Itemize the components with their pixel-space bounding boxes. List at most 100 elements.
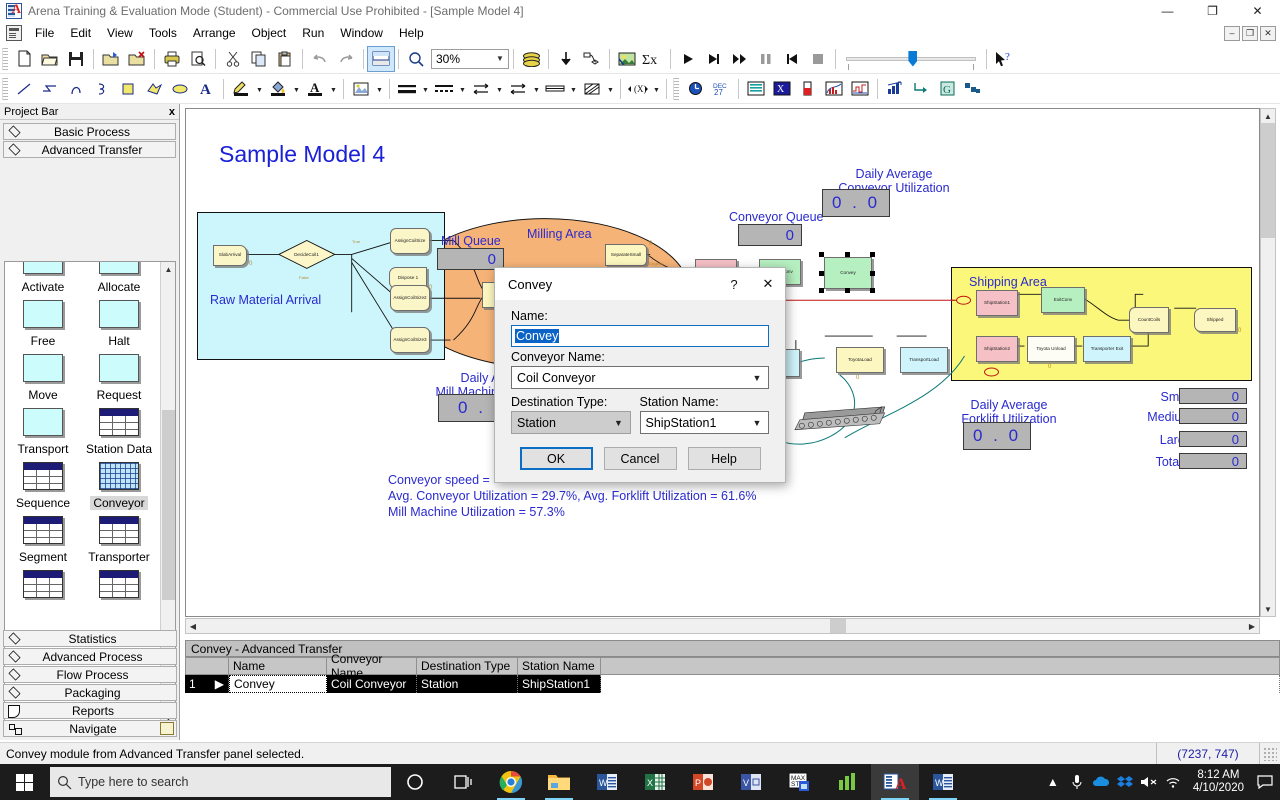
palette-item-activate[interactable]: Activate [5,262,81,294]
palette-item-segment[interactable]: Segment [5,510,81,564]
zoom-icon[interactable] [403,47,429,71]
menu-arrange[interactable]: Arrange [185,24,244,42]
module-toyota-unload[interactable]: Toyota Unload [1027,336,1075,362]
split-screen-icon[interactable] [367,45,395,72]
scroll-up-icon[interactable]: ▲ [161,262,175,277]
chevron-down-icon[interactable]: ▼ [605,77,616,101]
slider-thumb[interactable] [908,50,918,67]
chevron-down-icon[interactable]: ▼ [291,77,302,101]
palette-item-free[interactable]: Free [5,294,81,348]
new-file-icon[interactable] [11,47,37,71]
date-icon[interactable]: DEC 27 [708,77,734,101]
taskbar-app-word[interactable]: W [583,764,631,800]
palette-item-station-data[interactable]: Station Data [81,402,157,456]
palette-item-transport[interactable]: Transport [5,402,81,456]
dropbox-icon[interactable] [1113,764,1137,800]
menu-tools[interactable]: Tools [141,24,185,42]
show-hidden-icons[interactable]: ▲ [1041,764,1065,800]
plot-icon[interactable] [847,77,873,101]
menu-object[interactable]: Object [244,24,295,42]
panel-advanced-process[interactable]: Advanced Process [3,648,177,665]
cell-conveyor-name[interactable]: Coil Conveyor [327,675,417,693]
chevron-down-icon[interactable]: ▼ [651,77,662,101]
menu-file[interactable]: File [27,24,62,42]
taskbar-app-file-explorer[interactable] [535,764,583,800]
module-shipped[interactable]: Shipped [1194,308,1236,332]
line-style-icon[interactable] [431,77,457,101]
chevron-down-icon[interactable]: ▼ [420,77,431,101]
layers-icon[interactable] [518,47,544,71]
open-folder-icon[interactable] [37,47,63,71]
hatch-icon[interactable] [542,77,568,101]
seize-areas-icon[interactable] [960,77,986,101]
scrollbar-thumb[interactable] [162,410,175,600]
name-input[interactable]: Convey [511,325,769,347]
volume-muted-icon[interactable] [1137,764,1161,800]
help-button[interactable]: Help [687,447,761,470]
scroll-up-icon[interactable]: ▲ [1261,109,1275,123]
chevron-down-icon[interactable]: ▼ [374,77,385,101]
task-view-icon[interactable] [439,764,487,800]
redo-icon[interactable] [333,47,359,71]
module-exitconv[interactable]: ExitConv [1041,287,1085,313]
fill-pattern-icon[interactable] [579,77,605,101]
print-preview-icon[interactable] [185,47,211,71]
polygon-icon[interactable] [141,77,167,101]
menu-view[interactable]: View [99,24,141,42]
scroll-down-icon[interactable]: ▼ [1261,602,1275,616]
fast-forward-icon[interactable] [727,47,753,71]
text-color-icon[interactable]: A [302,77,328,101]
taskbar-app-maxstat[interactable]: MAX ST [775,764,823,800]
zoom-level-combobox[interactable]: 30% ▼ [431,48,509,69]
scrollbar-thumb[interactable] [1261,123,1275,238]
row-number-cell[interactable]: 1 ▶ [185,675,229,693]
taskbar-clock[interactable]: 8:12 AM 4/10/2020 [1185,769,1252,795]
menu-help[interactable]: Help [391,24,432,42]
arrow-style-icon[interactable] [468,77,494,101]
onedrive-icon[interactable] [1089,764,1113,800]
pointer-help-icon[interactable]: ? [991,47,1017,71]
pause-icon[interactable] [753,47,779,71]
queue-animate-icon[interactable] [908,77,934,101]
taskbar-app-word2[interactable]: W [919,764,967,800]
module-assigncoilsize3[interactable]: AssignCoilSize3 [390,327,430,353]
cancel-button[interactable]: Cancel [603,447,677,470]
dialog-help-icon[interactable]: ? [717,268,751,300]
palette-item-transporter[interactable]: Transporter [81,510,157,564]
histogram-icon[interactable] [821,77,847,101]
chevron-down-icon[interactable]: ▼ [328,77,339,101]
minimize-button[interactable]: — [1145,0,1190,22]
close-button[interactable]: ✕ [1235,0,1280,22]
cell-station-name[interactable]: ShipStation1 [518,675,601,693]
submodel-connect-icon[interactable] [579,47,605,71]
table-row[interactable]: 1 ▶ Convey Coil Conveyor Station ShipSta… [185,675,1280,693]
cut-icon[interactable] [220,47,246,71]
start-button[interactable] [0,764,48,800]
module-decidecoil1[interactable]: DecideCoil1 [278,237,335,274]
taskbar-app-powerpoint[interactable]: P [679,764,727,800]
column-header-conveyor-name[interactable]: Conveyor Name [327,652,417,680]
taskbar-app-chrome[interactable] [487,764,535,800]
global-icon[interactable]: G [934,77,960,101]
detach-template-icon[interactable] [124,47,150,71]
start-over-icon[interactable] [779,47,805,71]
maximize-button[interactable]: ❐ [1190,0,1235,22]
palette-item-allocate[interactable]: Allocate [81,262,157,294]
menu-run[interactable]: Run [294,24,332,42]
panel-reports[interactable]: Reports [3,702,177,719]
fill-color-icon[interactable] [265,77,291,101]
chevron-down-icon[interactable]: ▼ [568,77,579,101]
palette-item-conveyor[interactable]: Conveyor [81,456,157,510]
module-assigncoilsize2[interactable]: AssignCoilSize2 [390,285,430,311]
module-toyotaload[interactable]: ToyotaLoad [836,347,884,373]
palette-item-move[interactable]: Move [5,348,81,402]
scroll-right-icon[interactable]: ▶ [1245,619,1259,633]
module-shipstation1[interactable]: ShipStation1 [976,290,1018,316]
save-icon[interactable] [63,47,89,71]
go-icon[interactable] [675,47,701,71]
clock-icon[interactable] [682,77,708,101]
module-transporter-exit[interactable]: Transporter Exit [1083,336,1131,362]
paste-icon[interactable] [272,47,298,71]
mdi-minimize-button[interactable]: – [1224,25,1240,41]
chart-icon[interactable] [882,77,908,101]
